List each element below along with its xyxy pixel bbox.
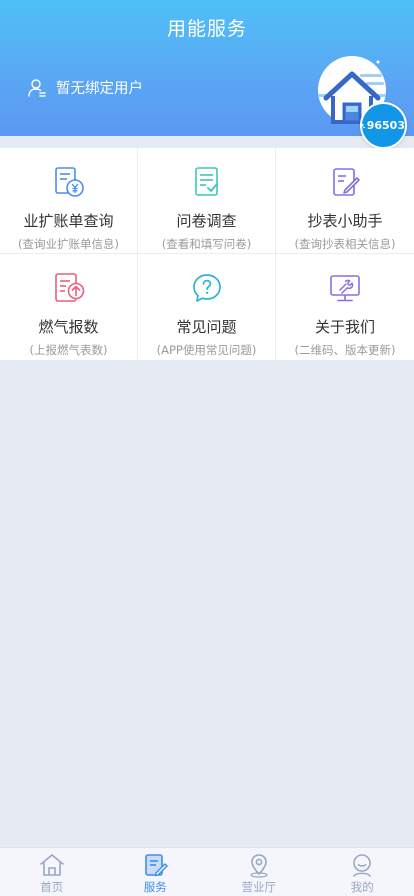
service-item-survey[interactable]: 问卷调查 (查看和填写问卷) (138, 148, 276, 254)
service-subtitle: (二维码、版本更新) (294, 343, 396, 357)
meter-edit-icon (333, 168, 360, 196)
tab-label: 我的 (350, 880, 374, 894)
service-title: 燃气报数 (38, 318, 99, 336)
home-icon (39, 854, 64, 876)
tab-business-hall[interactable]: 营业厅 (207, 848, 311, 896)
service-grid: 业扩账单查询 (查询业扩账单信息) 问卷调查 (查看和填写问卷) 抄表小助手 (… (0, 148, 414, 360)
service-title: 业扩账单查询 (23, 212, 114, 230)
service-subtitle: (查询业扩账单信息) (18, 237, 119, 251)
bind-user-row[interactable]: 暂无绑定用户 (28, 77, 143, 98)
tab-home[interactable]: 首页 (0, 848, 104, 896)
gas-report-icon (54, 273, 84, 302)
survey-icon (194, 167, 218, 196)
user-status-text: 暂无绑定用户 (56, 81, 143, 97)
service-subtitle: (上报燃气表数) (29, 343, 108, 357)
hotline-button[interactable]: 96503 (360, 102, 407, 149)
service-subtitle: (查看和填写问卷) (161, 237, 252, 251)
phone-icon (362, 123, 366, 128)
service-subtitle: (查询抄表相关信息) (294, 237, 396, 251)
tab-mine[interactable]: 我的 (311, 848, 414, 896)
service-icon (145, 854, 168, 877)
bill-icon (54, 167, 84, 197)
user-icon (28, 78, 46, 97)
service-item-bill-query[interactable]: 业扩账单查询 (查询业扩账单信息) (0, 148, 138, 254)
bottom-tab-bar: 首页 服务 营业厅 我的 (0, 847, 414, 896)
service-title: 关于我们 (314, 318, 375, 336)
tab-service[interactable]: 服务 (104, 848, 208, 896)
service-title: 问卷调查 (176, 212, 237, 230)
service-item-meter-helper[interactable]: 抄表小助手 (查询抄表相关信息) (276, 148, 414, 254)
faq-icon (192, 274, 221, 302)
about-icon (330, 275, 360, 302)
service-item-gas-report[interactable]: 燃气报数 (上报燃气表数) (0, 254, 138, 360)
service-item-about[interactable]: 关于我们 (二维码、版本更新) (276, 254, 414, 360)
service-item-faq[interactable]: 常见问题 (APP使用常见问题) (138, 254, 276, 360)
tab-label: 营业厅 (241, 880, 277, 894)
hotline-number: 96503 (366, 119, 405, 132)
service-title: 常见问题 (176, 318, 237, 336)
tab-label: 服务 (143, 880, 167, 894)
tab-label: 首页 (40, 880, 64, 894)
location-icon (250, 854, 268, 878)
page-title: 用能服务 (166, 18, 247, 40)
header: 用能服务 暂无绑定用户 96503 (0, 0, 414, 149)
service-title: 抄表小助手 (307, 212, 383, 230)
profile-icon (353, 854, 372, 877)
service-subtitle: (APP使用常见问题) (156, 343, 257, 357)
